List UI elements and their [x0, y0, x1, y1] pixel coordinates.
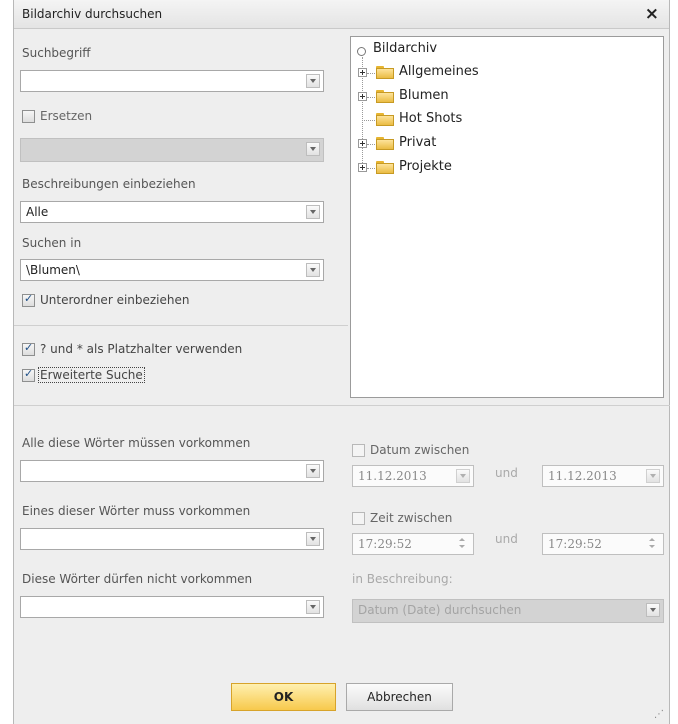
alle-woerter-combo[interactable]: [20, 460, 324, 482]
root-node-icon: [357, 47, 366, 56]
datum-und-label: und: [495, 466, 518, 480]
window-title: Bildarchiv durchsuchen: [22, 7, 163, 21]
chevron-down-icon[interactable]: [646, 603, 660, 617]
eines-wort-combo[interactable]: [20, 528, 324, 550]
beschreibung-label: in Beschreibung:: [352, 572, 453, 586]
suchen-in-value: \Blumen\: [26, 263, 80, 277]
eines-wort-label: Eines dieser Wörter muss vorkommen: [22, 504, 251, 518]
beschreibung-combo[interactable]: Datum (Date) durchsuchen: [352, 599, 664, 623]
zeit-from-spinner[interactable]: 17:29:52: [352, 533, 474, 555]
suchbegriff-combo[interactable]: [20, 70, 324, 92]
search-dialog: Bildarchiv durchsuchen × Suchbegriff Ers…: [13, 0, 670, 724]
tree-item-projekte[interactable]: Projekte: [399, 159, 452, 174]
suchen-in-label: Suchen in: [22, 236, 82, 250]
expand-icon[interactable]: [358, 139, 367, 148]
section-separator: [14, 405, 670, 406]
unterordner-checkbox[interactable]: [22, 292, 35, 307]
tree-root-label[interactable]: Bildarchiv: [373, 41, 437, 56]
folder-tree[interactable]: Bildarchiv Allgemeines Blumen Hot Shots …: [350, 36, 664, 398]
left-separator: [14, 325, 348, 326]
folder-icon: [376, 66, 394, 79]
chevron-down-icon[interactable]: [456, 469, 470, 483]
zeit-und-label: und: [495, 532, 518, 546]
title-bar: Bildarchiv durchsuchen ×: [14, 0, 669, 29]
expand-icon[interactable]: [358, 68, 367, 77]
datum-to-value: 11.12.2013: [548, 469, 617, 483]
chevron-down-icon[interactable]: [306, 263, 320, 277]
platzhalter-checkbox[interactable]: [22, 341, 35, 356]
chevron-down-icon[interactable]: [306, 532, 320, 546]
unterordner-label: Unterordner einbeziehen: [40, 293, 190, 307]
chevron-down-icon[interactable]: [646, 469, 660, 483]
chevron-down-icon[interactable]: [306, 600, 320, 614]
chevron-down-icon[interactable]: [306, 205, 320, 219]
datum-to-picker[interactable]: 11.12.2013: [542, 465, 664, 487]
beschreibungen-label: Beschreibungen einbeziehen: [22, 177, 196, 191]
datum-from-picker[interactable]: 11.12.2013: [352, 465, 474, 487]
chevron-down-icon[interactable]: [306, 464, 320, 478]
zeit-label: Zeit zwischen: [370, 511, 453, 525]
nicht-woerter-combo[interactable]: [20, 596, 324, 618]
datum-checkbox[interactable]: [352, 444, 365, 457]
chevron-down-icon[interactable]: [306, 142, 320, 156]
tree-connector: [367, 168, 375, 170]
tree-item-allgemeines[interactable]: Allgemeines: [399, 64, 479, 79]
resize-grip-icon[interactable]: ⋰: [654, 709, 664, 720]
ok-button[interactable]: OK: [231, 683, 336, 711]
cancel-button[interactable]: Abbrechen: [346, 683, 453, 711]
expand-icon[interactable]: [358, 163, 367, 172]
alle-woerter-label: Alle diese Wörter müssen vorkommen: [22, 436, 251, 450]
spinner-icon[interactable]: [456, 536, 470, 552]
datum-label: Datum zwischen: [370, 443, 470, 457]
folder-icon: [376, 90, 394, 103]
zeit-to-value: 17:29:52: [548, 537, 602, 551]
zeit-checkbox[interactable]: [352, 512, 365, 525]
zeit-from-value: 17:29:52: [358, 537, 412, 551]
zeit-to-spinner[interactable]: 17:29:52: [542, 533, 664, 555]
ersetzen-combo[interactable]: [20, 138, 324, 162]
expand-icon[interactable]: [358, 92, 367, 101]
ersetzen-checkbox[interactable]: [22, 110, 35, 123]
folder-icon: [376, 161, 394, 174]
datum-from-value: 11.12.2013: [358, 469, 427, 483]
beschreibungen-value: Alle: [26, 205, 49, 219]
beschreibungen-combo[interactable]: Alle: [20, 201, 324, 223]
close-button[interactable]: ×: [645, 4, 659, 24]
tree-connector: [367, 144, 375, 146]
tree-connector: [367, 97, 375, 99]
ersetzen-label: Ersetzen: [40, 109, 93, 123]
folder-icon: [376, 137, 394, 150]
tree-connector: [362, 120, 375, 122]
platzhalter-label: ? und * als Platzhalter verwenden: [40, 342, 243, 356]
spinner-icon[interactable]: [646, 536, 660, 552]
erweiterte-suche-checkbox[interactable]: [22, 367, 35, 382]
tree-connector: [367, 73, 375, 75]
tree-item-blumen[interactable]: Blumen: [399, 88, 449, 103]
folder-icon: [376, 113, 394, 126]
suchbegriff-label: Suchbegriff: [22, 46, 91, 60]
tree-item-hot-shots[interactable]: Hot Shots: [399, 111, 462, 126]
erweiterte-suche-label: Erweiterte Suche: [38, 367, 145, 383]
chevron-down-icon[interactable]: [306, 74, 320, 88]
tree-item-privat[interactable]: Privat: [399, 135, 436, 150]
nicht-woerter-label: Diese Wörter dürfen nicht vorkommen: [22, 572, 253, 586]
beschreibung-value: Datum (Date) durchsuchen: [358, 603, 522, 617]
suchen-in-combo[interactable]: \Blumen\: [20, 259, 324, 281]
